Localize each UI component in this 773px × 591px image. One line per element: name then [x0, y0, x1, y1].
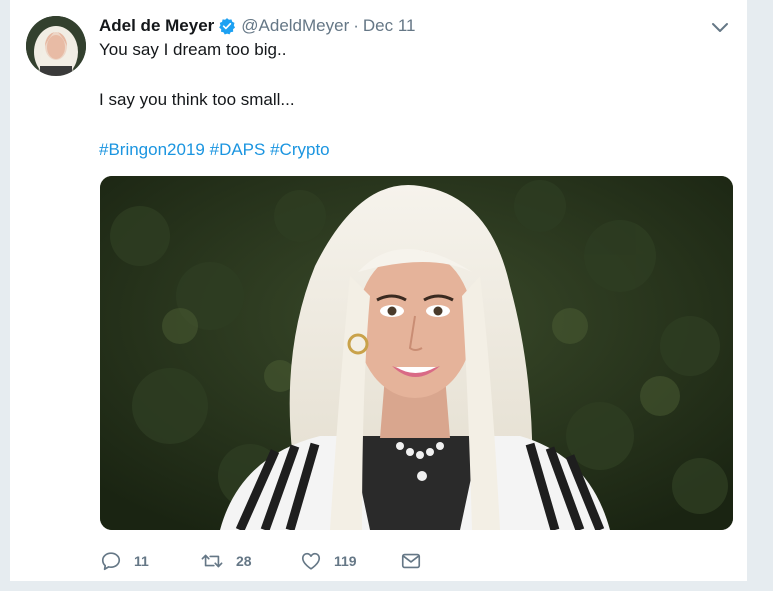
avatar[interactable]	[26, 16, 86, 76]
left-gutter	[0, 0, 10, 591]
tweet-photo[interactable]	[100, 176, 733, 530]
separator-dot: ·	[353, 16, 359, 35]
tweet-date[interactable]: Dec 11	[363, 16, 416, 36]
verified-badge-icon	[218, 17, 236, 35]
author-handle[interactable]: @AdeldMeyer	[241, 16, 349, 36]
tweet-actions: 11 28 119	[100, 548, 500, 574]
direct-message-button[interactable]	[400, 548, 422, 574]
tweet-card[interactable]: Adel de Meyer @AdeldMeyer · Dec 11 You s…	[10, 0, 747, 582]
like-button[interactable]: 119	[300, 548, 357, 574]
envelope-icon	[400, 550, 422, 572]
retweet-count: 28	[236, 553, 252, 569]
hashtag-link[interactable]: #DAPS	[210, 140, 266, 159]
reply-icon	[100, 550, 122, 572]
retweet-icon	[200, 550, 224, 572]
reply-button[interactable]: 11	[100, 548, 149, 574]
tweet-header: Adel de Meyer @AdeldMeyer · Dec 11	[99, 14, 416, 38]
heart-icon	[300, 550, 322, 572]
right-gutter	[747, 0, 773, 591]
hashtag-link[interactable]: #Bringon2019	[99, 140, 205, 159]
like-count: 119	[334, 553, 357, 569]
author-name[interactable]: Adel de Meyer	[99, 16, 214, 36]
reply-count: 11	[134, 553, 149, 569]
tweet-text: You say I dream too big.. I say you thin…	[99, 38, 719, 162]
tweet-text-line1: You say I dream too big..	[99, 40, 287, 59]
hashtag-link[interactable]: #Crypto	[270, 140, 330, 159]
tweet-text-line2: I say you think too small...	[99, 90, 295, 109]
retweet-button[interactable]: 28	[200, 548, 252, 574]
page: Adel de Meyer @AdeldMeyer · Dec 11 You s…	[0, 0, 773, 591]
hashtags: #Bringon2019 #DAPS #Crypto	[99, 138, 719, 162]
chevron-down-icon[interactable]	[710, 20, 730, 36]
